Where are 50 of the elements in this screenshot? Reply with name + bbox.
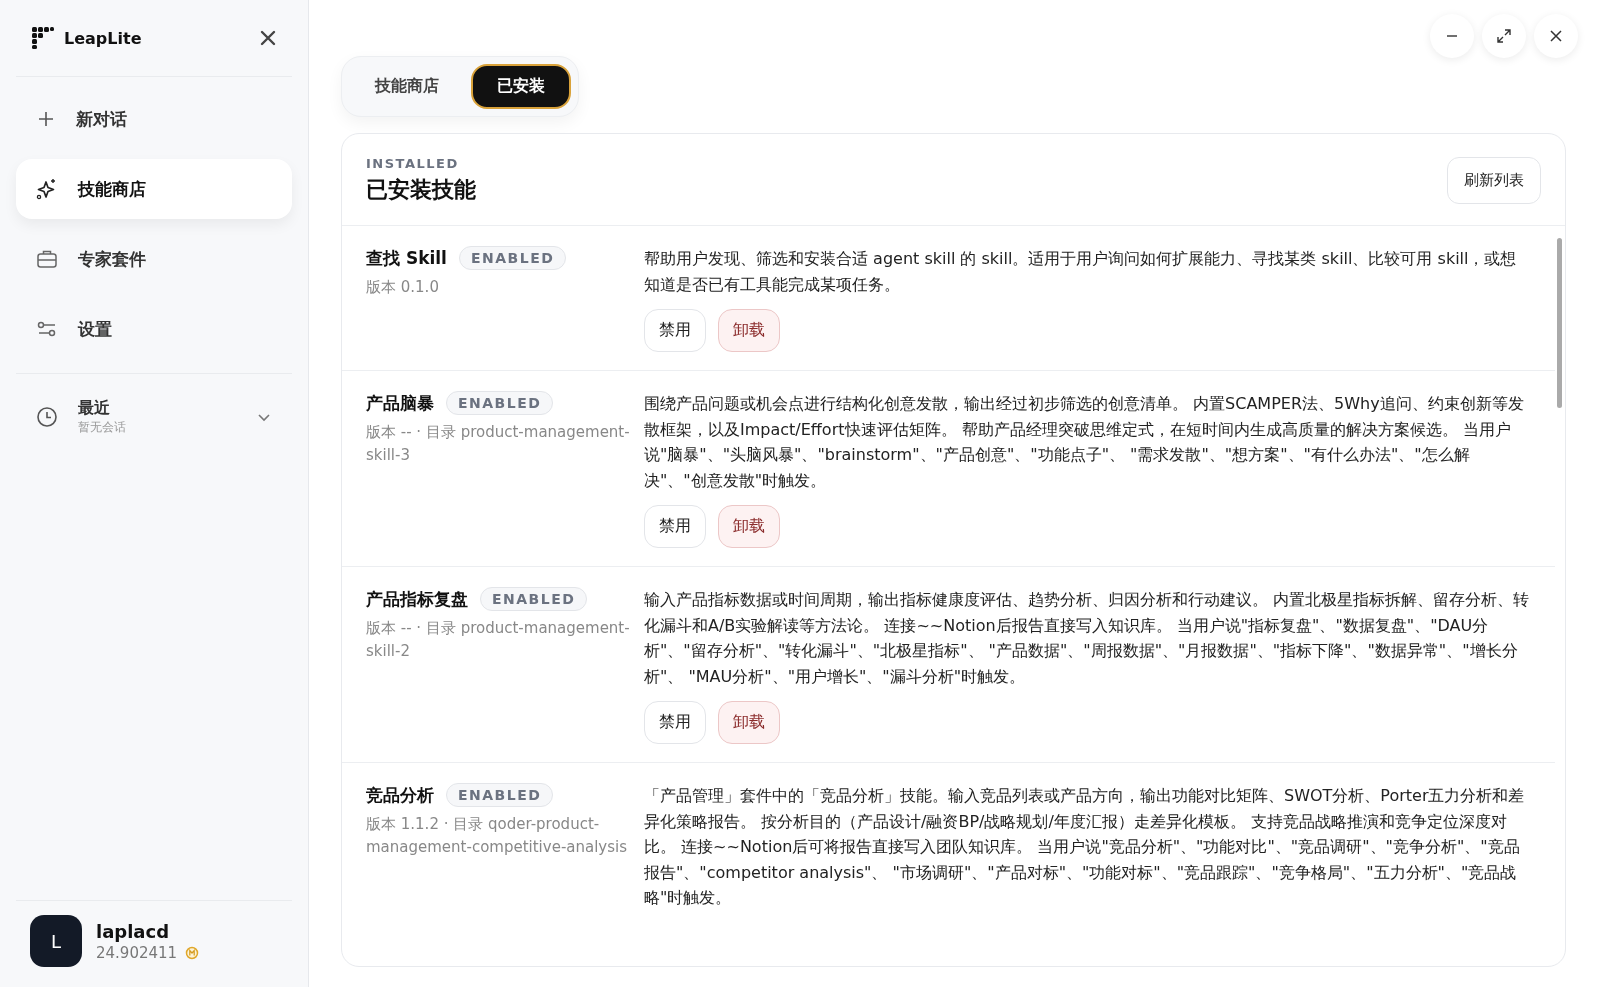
disable-button[interactable]: 禁用 <box>644 505 706 548</box>
sidebar-item[interactable]: 专家套件 <box>16 229 292 289</box>
panel-title: 已安装技能 <box>366 176 476 204</box>
plus-icon <box>36 109 56 129</box>
close-icon <box>1549 29 1563 43</box>
skill-meta: 版本 -- · 目录 product-management-skill-2 <box>366 618 631 662</box>
refresh-button[interactable]: 刷新列表 <box>1447 157 1541 204</box>
status-badge: ENABLED <box>458 246 567 270</box>
skill-meta: 版本 1.1.2 · 目录 qoder-product-management-competitive-analysis <box>366 814 629 858</box>
maximize-icon <box>1496 28 1512 44</box>
tab[interactable]: 已安装 <box>471 64 571 109</box>
sidebar-item[interactable]: 设置 <box>16 299 292 359</box>
briefcase-icon <box>36 249 58 269</box>
disable-button[interactable]: 禁用 <box>644 309 706 352</box>
sidebar-item[interactable]: 新对话 <box>16 89 292 149</box>
tab[interactable]: 技能商店 <box>349 64 465 109</box>
sparkle-icon <box>36 178 58 200</box>
sliders-icon <box>36 319 58 339</box>
skill-meta: 版本 0.1.0 <box>366 277 440 298</box>
skill-description: 围绕产品问题或机会点进行结构化创意发散，输出经过初步筛选的创意清单。 内置SCAMPER法、5Why追问、约束创新等发散框架，以及Impact/Effort快速评估矩阵。 帮助产品经理突破思维定式，在短时间内生成高质量的解决方案候选。 当用户说"脑暴"、"头脑风暴"、"brainstorm"、"产品创意"、"功能点子"、 "需求发散"、"想方案"、"有什么办法"、"怎么解决"、"创意发散"时触发。 <box>644 393 1525 492</box>
uninstall-button[interactable]: 卸载 <box>718 309 780 352</box>
skill-description: 输入产品指标数据或时间周期，输出指标健康度评估、趋势分析、归因分析和行动建议。 内置北极星指标拆解、留存分析、转化漏斗和A/B实验解读等方法论。 连接~~Notion后报告直接写入知识库。 当用户说"指标复盘"、"数据复盘"、"DAU分析"、"留存分析"、"转化漏斗"、"北极星指标"、 "产品数据"、"周报数据"、"月报数据"、"指标下降"、"数据异常"、"增长分析"、 "MAU分析"、"用户增长"、"漏斗分析"时触发。 <box>644 589 1531 688</box>
close-icon[interactable] <box>260 30 276 46</box>
skill-description: 「产品管理」套件中的「竞品分析」技能。输入竞品列表或产品方向，输出功能对比矩阵、SWOT分析、Porter五力分析和差异化策略报告。 按分析目的（产品设计/融资BP/战略规划/年度汇报）走差异化模板。 支持竞品战略推演和竞争定位深度对比。 连接~~Notion后可将报告直接写入团队知识库。 当用户说"竞品分析"、"功能对比"、"竞品调研"、"竞争分析"、"竞品报告"、"competitor analysis"、 "市场调研"、"产品对标"、"功能对标"、"竞品跟踪"、"竞争格局"、"五力分析"、"竞品战略"时触发。 <box>644 785 1526 909</box>
close-button[interactable] <box>1534 14 1578 58</box>
skill-name: 竞品分析 <box>366 783 434 807</box>
balance: 24.902411 <box>96 943 178 962</box>
user-name: laplacd <box>96 920 171 942</box>
status-badge: ENABLED <box>446 391 554 415</box>
skill-name: 产品脑暴 <box>366 391 434 415</box>
uninstall-button[interactable]: 卸载 <box>718 701 780 744</box>
section-eyebrow: INSTALLED <box>366 156 460 171</box>
sidebar-item[interactable]: 技能商店 <box>16 159 292 219</box>
skill-description: 帮助用户发现、筛选和安装合适 agent skill 的 skill。适用于用户询问如何扩展能力、寻找某类 skill、比较可用 skill，或想知道是否已有工具能完成某项任务。 <box>644 248 1518 296</box>
disable-button[interactable]: 禁用 <box>644 701 706 744</box>
uninstall-button[interactable]: 卸载 <box>718 505 780 548</box>
coin-icon <box>185 945 200 960</box>
status-badge: ENABLED <box>446 783 554 807</box>
avatar: L <box>30 915 82 967</box>
app-name: LeapLite <box>64 28 143 48</box>
recent-title: 最近 <box>78 398 111 419</box>
skill-name: 查找 Skill <box>366 246 447 270</box>
maximize-button[interactable] <box>1482 14 1526 58</box>
status-badge: ENABLED <box>480 587 588 611</box>
skill-meta: 版本 -- · 目录 product-management-skill-3 <box>366 422 631 466</box>
recent-section[interactable]: 最近 暂无会话 <box>16 374 292 460</box>
skill-name: 产品指标复盘 <box>366 587 468 611</box>
empty-note: 暂无会话 <box>78 419 127 436</box>
clock-icon <box>36 406 58 428</box>
logo-icon <box>32 27 54 49</box>
